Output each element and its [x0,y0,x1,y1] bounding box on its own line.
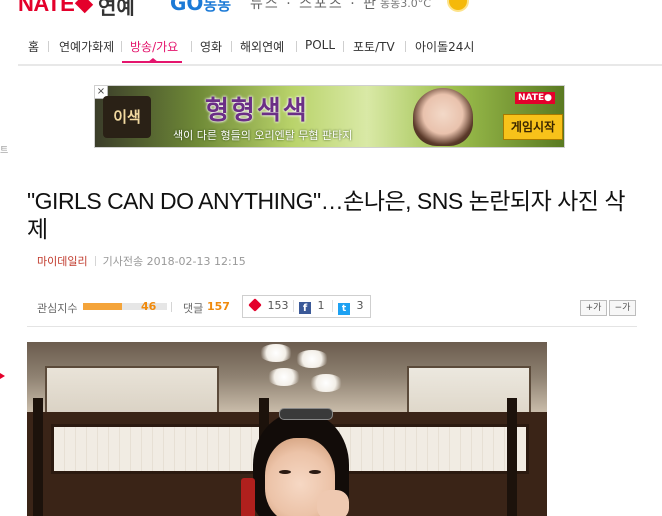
sun-icon [449,0,467,10]
ad-title: 형형색색 [205,96,309,126]
nav-item-home[interactable]: 홈 [28,38,39,55]
nav-item-entertainment-topics[interactable]: 연예가화제 [59,38,114,55]
interest-value: 46 [141,300,157,313]
twitter-icon: t [338,303,350,315]
nav-divider [405,41,406,52]
facebook-icon: f [299,302,311,314]
article-stats-bar: 관심지수 46 댓글 157 153 f 1 t 3 +가 −가 [37,295,662,318]
nav-active-arrow-icon [148,58,158,62]
go-korean: 농농 [203,0,232,14]
share-facebook-count: 1 [317,299,325,312]
left-edge-text: 트 [0,146,9,156]
photo-red-accent [241,478,255,516]
weather-text: 농농3.0°C [380,0,431,10]
photo-lamp [309,374,343,392]
banner-ad[interactable]: × 이색 형형색색 색이 다른 형들의 오리엔탈 무협 판타지 NATE● 게임… [94,85,565,148]
nav-divider [48,41,49,52]
share-twitter[interactable]: t 3 [338,299,364,315]
article-datetime: 2018-02-13 12:15 [146,255,246,268]
comment-count[interactable]: 157 [207,300,230,313]
share-nate-count: 153 [267,299,289,312]
photo-lamp [295,350,329,368]
photo-lamp [259,344,293,362]
top-header: NATE 연예 GO농농 뉴스 · 스포츠 · 판 농농3.0°C [0,0,662,16]
nav-item-poll[interactable]: POLL [305,38,335,52]
article-meta: 마이데일리 기사전송 2018-02-13 12:15 [37,253,246,269]
nav-item-idol24[interactable]: 아이돌24시 [415,38,474,55]
nav-divider [343,41,344,52]
share-box: 153 f 1 t 3 [242,295,371,318]
interest-gauge-fill [83,303,122,310]
go-text: GO [170,0,204,15]
ad-start-game-button[interactable]: 게임시작 [503,114,563,140]
nate-share-icon [248,298,262,312]
article-kind: 기사전송 [102,255,144,268]
ad-game-logo: 이색 [103,96,151,138]
photo-lamp [267,368,301,386]
heart-icon [75,0,94,14]
nav-item-broadcast-music[interactable]: 방송/가요 [130,38,178,55]
nav-divider [296,41,297,52]
left-edge-arrow-icon[interactable] [0,373,5,379]
nav-item-photo-tv[interactable]: 포토/TV [353,38,395,55]
share-facebook[interactable]: f 1 [299,299,325,314]
content-divider [27,326,637,327]
share-twitter-count: 3 [356,299,364,312]
comment-label[interactable]: 댓글 [183,300,203,316]
interest-label: 관심지수 [37,302,78,315]
share-nate[interactable]: 153 [248,298,289,313]
photo-eye [279,470,291,474]
go-link[interactable]: GO농농 [170,0,231,15]
nav-divider [191,41,192,52]
nate-logo[interactable]: NATE [18,0,94,16]
logo-text: NATE [18,0,75,16]
photo-sunglasses [279,408,333,420]
font-increase-button[interactable]: +가 [580,300,607,316]
share-divider [293,300,294,312]
ad-character-image [413,88,473,146]
share-divider [332,300,333,312]
nav-divider [121,41,122,52]
section-nav: 홈 연예가화제 방송/가요 영화 해외연예 POLL 포토/TV 아이돌24시 [18,30,662,66]
section-title[interactable]: 연예 [98,0,135,16]
ad-subtitle: 색이 다른 형들의 오리엔탈 무협 판타지 [173,129,353,142]
top-menu[interactable]: 뉴스 · 스포츠 · 판 [250,0,378,13]
nav-item-overseas[interactable]: 해외연예 [240,38,284,55]
photo-eye [309,470,321,474]
article-source[interactable]: 마이데일리 [37,255,88,268]
stat-divider [171,302,172,312]
nav-item-movie[interactable]: 영화 [200,38,222,55]
nav-divider [231,41,232,52]
article-headline: "GIRLS CAN DO ANYTHING"…손나은, SNS 논란되자 사진… [27,188,626,242]
photo-person-hand [317,490,349,516]
article-photo[interactable] [27,342,547,516]
photo-post [507,398,517,516]
ad-brand-badge: NATE● [515,92,555,104]
meta-divider [94,256,96,266]
font-decrease-button[interactable]: −가 [609,300,636,316]
photo-post [33,398,43,516]
